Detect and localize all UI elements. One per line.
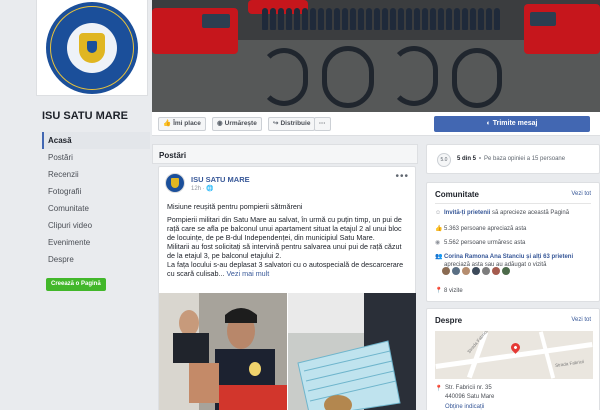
- avatar[interactable]: [492, 267, 500, 275]
- avatar[interactable]: [472, 267, 480, 275]
- firefighters-group: [262, 8, 502, 34]
- left-column: ISU SATU MARE Acasă Postări Recenzii Fot…: [0, 0, 152, 410]
- post-time[interactable]: 12h: [191, 186, 201, 192]
- avatar[interactable]: [482, 267, 490, 275]
- year-digit-2a: [260, 48, 308, 106]
- post-timestamp[interactable]: 12h · 🌐: [191, 185, 214, 192]
- post-body: Pompierii militari din Satu Mare au salv…: [167, 215, 411, 278]
- dot-separator: [479, 157, 482, 160]
- posts-header: Postări: [152, 144, 418, 164]
- location-icon: 📍: [435, 288, 443, 294]
- about-card: Despre Vezi tot Strada Fabricii Strada F…: [426, 308, 600, 410]
- about-see-all-link[interactable]: Vezi tot: [571, 317, 591, 323]
- rating-score: 5 din 5: [457, 156, 477, 162]
- follow-icon: ◉: [435, 240, 441, 246]
- page-nav: Acasă Postări Recenzii Fotografii Comuni…: [42, 132, 150, 268]
- friend-avatars: [442, 267, 510, 275]
- follows-row: ◉ 5.562 persoane urmăresc asta: [435, 239, 595, 247]
- post-author-name[interactable]: ISU SATU MARE: [191, 175, 250, 184]
- post-paragraph: La fața locului s-au deplasat 3 salvator…: [167, 260, 411, 278]
- map-road: [538, 331, 556, 379]
- post-paragraph: Militarii au fost solicitați să intervin…: [167, 242, 402, 260]
- nav-item-photos[interactable]: Fotografii: [42, 183, 150, 200]
- avatar[interactable]: [462, 267, 470, 275]
- address-city: 440096 Satu Mare: [445, 394, 495, 400]
- firefighter-photo-illustration: [159, 293, 287, 410]
- community-title: Comunitate: [435, 190, 479, 199]
- page-action-bar: 👍 Îmi place ◉ Urmărește ↪ Distribuie ··· ◐ …: [152, 112, 600, 136]
- rating-summary[interactable]: 5 din 5 Pe baza opiniei a 15 persoane: [457, 156, 565, 162]
- coat-of-arms-icon: [79, 32, 105, 63]
- location-map[interactable]: Strada Fabricii Strada Fabricii: [435, 331, 593, 379]
- follow-label: Urmărește: [224, 120, 257, 127]
- community-see-all-link[interactable]: Vezi tot: [571, 191, 591, 197]
- year-digit-0b: [452, 48, 502, 108]
- nav-item-videos[interactable]: Clipuri video: [42, 217, 150, 234]
- post-card: ISU SATU MARE 12h · 🌐 ••• Misiune reușit…: [158, 166, 416, 410]
- visits-count: 8 vizite: [444, 288, 463, 294]
- rating-basis: Pe baza opiniei a 15 persoane: [484, 156, 566, 162]
- post-paragraph: Pompierii militari din Satu Mare au salv…: [167, 215, 402, 242]
- globe-icon: 🌐: [206, 186, 214, 192]
- thumbs-up-icon: 👍: [163, 120, 172, 127]
- rating-badge: 5.0: [437, 153, 451, 167]
- thumbs-up-icon: 👍: [435, 226, 443, 232]
- send-message-button[interactable]: ◐ Trimite mesaj: [434, 116, 590, 132]
- send-message-label: Trimite mesaj: [492, 120, 538, 127]
- like-label: Îmi place: [173, 120, 201, 127]
- more-options-button[interactable]: ···: [314, 117, 331, 131]
- location-pin-icon: 📍: [435, 386, 443, 392]
- share-button[interactable]: ↪ Distribuie: [268, 117, 316, 131]
- share-icon: ↪: [273, 120, 279, 127]
- post-paragraph-text: La fața locului s-au deplasat 3 salvator…: [167, 260, 404, 278]
- nav-item-events[interactable]: Evenimente: [42, 234, 150, 251]
- post-photo-duckling-basket[interactable]: [288, 293, 416, 410]
- rating-card: 5.0 5 din 5 Pe baza opiniei a 15 persoane: [426, 144, 600, 174]
- friends-link[interactable]: Corina Ramona Ana Stanciu și alți 63 pri…: [444, 254, 573, 260]
- directions-link[interactable]: Obține indicații: [445, 404, 484, 410]
- likes-row: 👍 5.363 persoane apreciază asta: [435, 225, 595, 233]
- invite-icon: ☺: [435, 210, 442, 216]
- avatar[interactable]: [502, 267, 510, 275]
- community-card: Comunitate Vezi tot ☺ Invită-ți prieteni…: [426, 182, 600, 302]
- profile-picture[interactable]: [36, 0, 148, 96]
- page-name[interactable]: ISU SATU MARE: [42, 110, 128, 122]
- fire-truck-left: [152, 8, 238, 54]
- follows-count: 5.562 persoane urmăresc asta: [444, 240, 526, 246]
- create-page-button[interactable]: Creează o Pagină: [46, 278, 106, 291]
- fire-truck-right: [524, 4, 600, 54]
- cover-photo[interactable]: [152, 0, 600, 112]
- post-options-icon[interactable]: •••: [395, 171, 409, 182]
- post-author-avatar[interactable]: [165, 173, 185, 193]
- follow-button[interactable]: ◉ Urmărește: [212, 117, 262, 131]
- year-digit-0a: [322, 46, 374, 108]
- nav-item-home[interactable]: Acasă: [42, 132, 150, 149]
- nav-item-about[interactable]: Despre: [42, 251, 150, 268]
- map-street-label: Strada Fabricii: [554, 359, 585, 368]
- address-street: Str. Fabricii nr. 35: [445, 385, 492, 391]
- invite-friends-text: să aprecieze această Pagină: [492, 210, 570, 216]
- avatar[interactable]: [442, 267, 450, 275]
- invite-friends-row: ☺ Invită-ți prietenii să aprecieze aceas…: [435, 209, 595, 217]
- coat-of-arms-icon: [171, 178, 179, 188]
- like-page-button[interactable]: 👍 Îmi place: [158, 117, 206, 131]
- likes-count: 5.363 persoane apreciază asta: [444, 226, 527, 232]
- share-label: Distribuie: [280, 120, 311, 127]
- year-digit-2b: [390, 46, 438, 106]
- post-photo-firefighter[interactable]: [159, 293, 287, 410]
- isu-logo: [46, 1, 138, 94]
- see-more-link[interactable]: Vezi mai mult: [227, 269, 270, 278]
- rss-icon: ◉: [217, 120, 223, 127]
- nav-item-posts[interactable]: Postări: [42, 149, 150, 166]
- about-title: Despre: [435, 316, 463, 325]
- divider: [435, 203, 591, 204]
- post-title: Misiune reușită pentru pompierii sătmăre…: [167, 202, 303, 211]
- invite-friends-link[interactable]: Invită-ți prietenii: [444, 210, 490, 216]
- avatar[interactable]: [452, 267, 460, 275]
- nav-item-community[interactable]: Comunitate: [42, 200, 150, 217]
- nav-item-reviews[interactable]: Recenzii: [42, 166, 150, 183]
- visits-row: 📍 8 vizite: [435, 287, 595, 295]
- basket-photo-illustration: [288, 293, 416, 410]
